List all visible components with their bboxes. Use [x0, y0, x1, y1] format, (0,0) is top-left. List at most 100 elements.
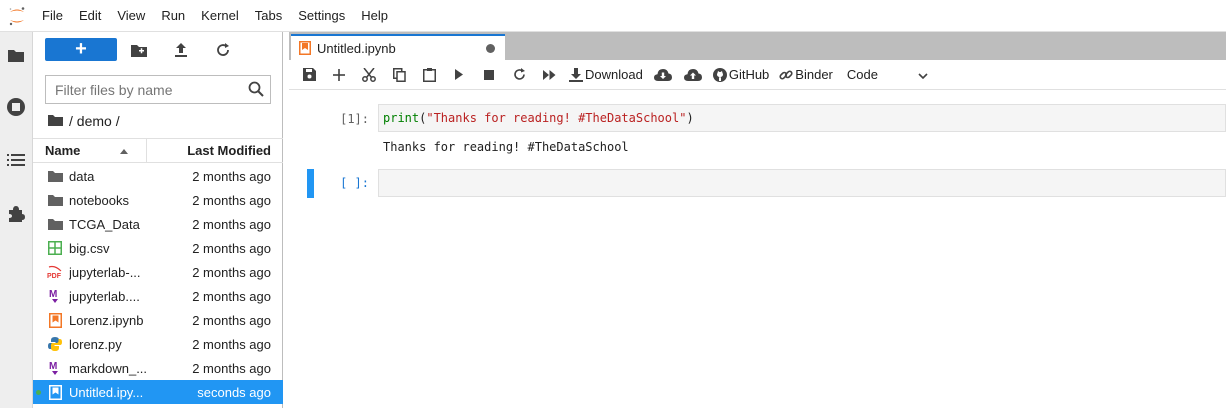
- toc-icon[interactable]: [0, 145, 32, 175]
- file-row[interactable]: lorenz.py 2 months ago: [33, 332, 283, 356]
- file-name: lorenz.py: [69, 336, 122, 352]
- main-area: Untitled.ipynb Download GitHub Binder Co…: [289, 32, 1226, 408]
- file-row[interactable]: TCGA_Data 2 months ago: [33, 212, 283, 236]
- file-name: Untitled.ipy...: [69, 384, 144, 400]
- file-modified: 2 months ago: [192, 264, 271, 280]
- notebook-toolbar: Download GitHub Binder Code: [289, 60, 1226, 90]
- cut-icon[interactable]: [359, 63, 379, 87]
- svg-text:M: M: [49, 289, 57, 300]
- save-icon[interactable]: [299, 63, 319, 87]
- file-modified: 2 months ago: [192, 192, 271, 208]
- binder-link-icon: [779, 68, 793, 82]
- copy-icon[interactable]: [389, 63, 409, 87]
- code-string: "Thanks for reading! #TheDataSchool": [426, 111, 687, 125]
- pdf-icon: PDF: [47, 264, 63, 280]
- menu-run[interactable]: Run: [153, 0, 193, 32]
- breadcrumb: / demo /: [48, 112, 120, 130]
- file-browser-toolbar: +: [33, 32, 282, 66]
- cell-1-output: Thanks for reading! #TheDataSchool: [383, 140, 629, 154]
- python-icon: [47, 336, 63, 352]
- cell-1-input[interactable]: print("Thanks for reading! #TheDataSchoo…: [378, 104, 1226, 132]
- home-folder-icon[interactable]: [48, 113, 63, 129]
- file-modified: 2 months ago: [192, 288, 271, 304]
- svg-text:PDF: PDF: [47, 273, 62, 279]
- binder-label: Binder: [795, 67, 833, 82]
- github-icon: [712, 67, 727, 82]
- file-row[interactable]: Untitled.ipy... seconds ago: [33, 380, 283, 404]
- menu-settings[interactable]: Settings: [290, 0, 353, 32]
- file-name: notebooks: [69, 192, 129, 208]
- menu-kernel[interactable]: Kernel: [193, 0, 247, 32]
- file-filter-input[interactable]: [46, 76, 236, 103]
- file-modified: 2 months ago: [192, 216, 271, 232]
- file-modified: seconds ago: [197, 384, 271, 400]
- cloud-upload-icon[interactable]: [683, 63, 703, 87]
- file-modified: 2 months ago: [192, 240, 271, 256]
- download-button[interactable]: Download: [569, 63, 643, 87]
- file-row[interactable]: notebooks 2 months ago: [33, 188, 283, 212]
- upload-icon[interactable]: [171, 40, 191, 60]
- file-modified: 2 months ago: [192, 360, 271, 376]
- cloud-download-icon[interactable]: [653, 63, 673, 87]
- tab-label: Untitled.ipynb: [317, 40, 396, 56]
- file-row[interactable]: Lorenz.ipynb 2 months ago: [33, 308, 283, 332]
- menu-file[interactable]: File: [34, 0, 71, 32]
- search-icon: [248, 81, 264, 100]
- code-keyword: print: [383, 111, 420, 125]
- breadcrumb-path[interactable]: / demo /: [69, 113, 120, 129]
- file-filter: [45, 75, 271, 104]
- menu-help[interactable]: Help: [353, 0, 396, 32]
- file-row[interactable]: PDF jupyterlab-... 2 months ago: [33, 260, 283, 284]
- refresh-icon[interactable]: [213, 40, 233, 60]
- tab-untitled-notebook[interactable]: Untitled.ipynb: [291, 34, 505, 60]
- folder-icon[interactable]: [0, 40, 32, 70]
- unsaved-dot-icon[interactable]: [486, 44, 495, 53]
- file-row[interactable]: Mjupyterlab.... 2 months ago: [33, 284, 283, 308]
- file-list: data 2 months ago notebooks 2 months ago TCG…: [33, 164, 283, 404]
- new-launcher-button[interactable]: +: [45, 38, 117, 61]
- column-header-name[interactable]: Name: [33, 139, 147, 162]
- folder-icon: [47, 192, 63, 208]
- github-label: GitHub: [728, 67, 770, 82]
- cell-2-input[interactable]: [378, 169, 1226, 197]
- extension-icon[interactable]: [0, 199, 32, 229]
- activity-bar: [0, 32, 33, 408]
- menu-view[interactable]: View: [109, 0, 153, 32]
- file-row[interactable]: data 2 months ago: [33, 164, 283, 188]
- new-folder-icon[interactable]: [129, 40, 149, 60]
- menu-bar: File Edit View Run Kernel Tabs Settings …: [0, 0, 1226, 32]
- folder-icon: [47, 216, 63, 232]
- menu-edit[interactable]: Edit: [71, 0, 109, 32]
- file-browser: + / demo / Name Last Modified data 2 mont…: [33, 32, 283, 408]
- file-name: Lorenz.ipynb: [69, 312, 144, 328]
- stop-icon[interactable]: [479, 63, 499, 87]
- add-cell-icon[interactable]: [329, 63, 349, 87]
- paste-icon[interactable]: [419, 63, 439, 87]
- file-row[interactable]: Mmarkdown_... 2 months ago: [33, 356, 283, 380]
- svg-text:M: M: [49, 361, 57, 372]
- file-modified: 2 months ago: [192, 336, 271, 352]
- download-label: Download: [585, 67, 643, 82]
- cell-type-select[interactable]: Code: [847, 67, 928, 82]
- running-icon[interactable]: [0, 92, 32, 122]
- file-name: data: [69, 168, 95, 184]
- cell-1-prompt: [1]:: [340, 112, 369, 126]
- menu-tabs[interactable]: Tabs: [247, 0, 290, 32]
- file-name: jupyterlab....: [69, 288, 140, 304]
- markdown-icon: M: [47, 360, 63, 376]
- file-name: TCGA_Data: [69, 216, 140, 232]
- run-icon[interactable]: [449, 63, 469, 87]
- github-button[interactable]: GitHub: [712, 63, 770, 87]
- chevron-down-icon: [918, 67, 928, 82]
- file-name: jupyterlab-...: [69, 264, 141, 280]
- tab-bar: Untitled.ipynb: [289, 32, 1226, 60]
- download-icon: [569, 67, 583, 82]
- folder-icon: [47, 168, 63, 184]
- notebook-icon: [299, 41, 311, 55]
- column-header-modified[interactable]: Last Modified: [147, 139, 283, 162]
- restart-icon[interactable]: [509, 63, 529, 87]
- fast-forward-icon[interactable]: [539, 63, 559, 87]
- binder-button[interactable]: Binder: [779, 63, 833, 87]
- cell-type-value: Code: [846, 67, 878, 82]
- file-row[interactable]: big.csv 2 months ago: [33, 236, 283, 260]
